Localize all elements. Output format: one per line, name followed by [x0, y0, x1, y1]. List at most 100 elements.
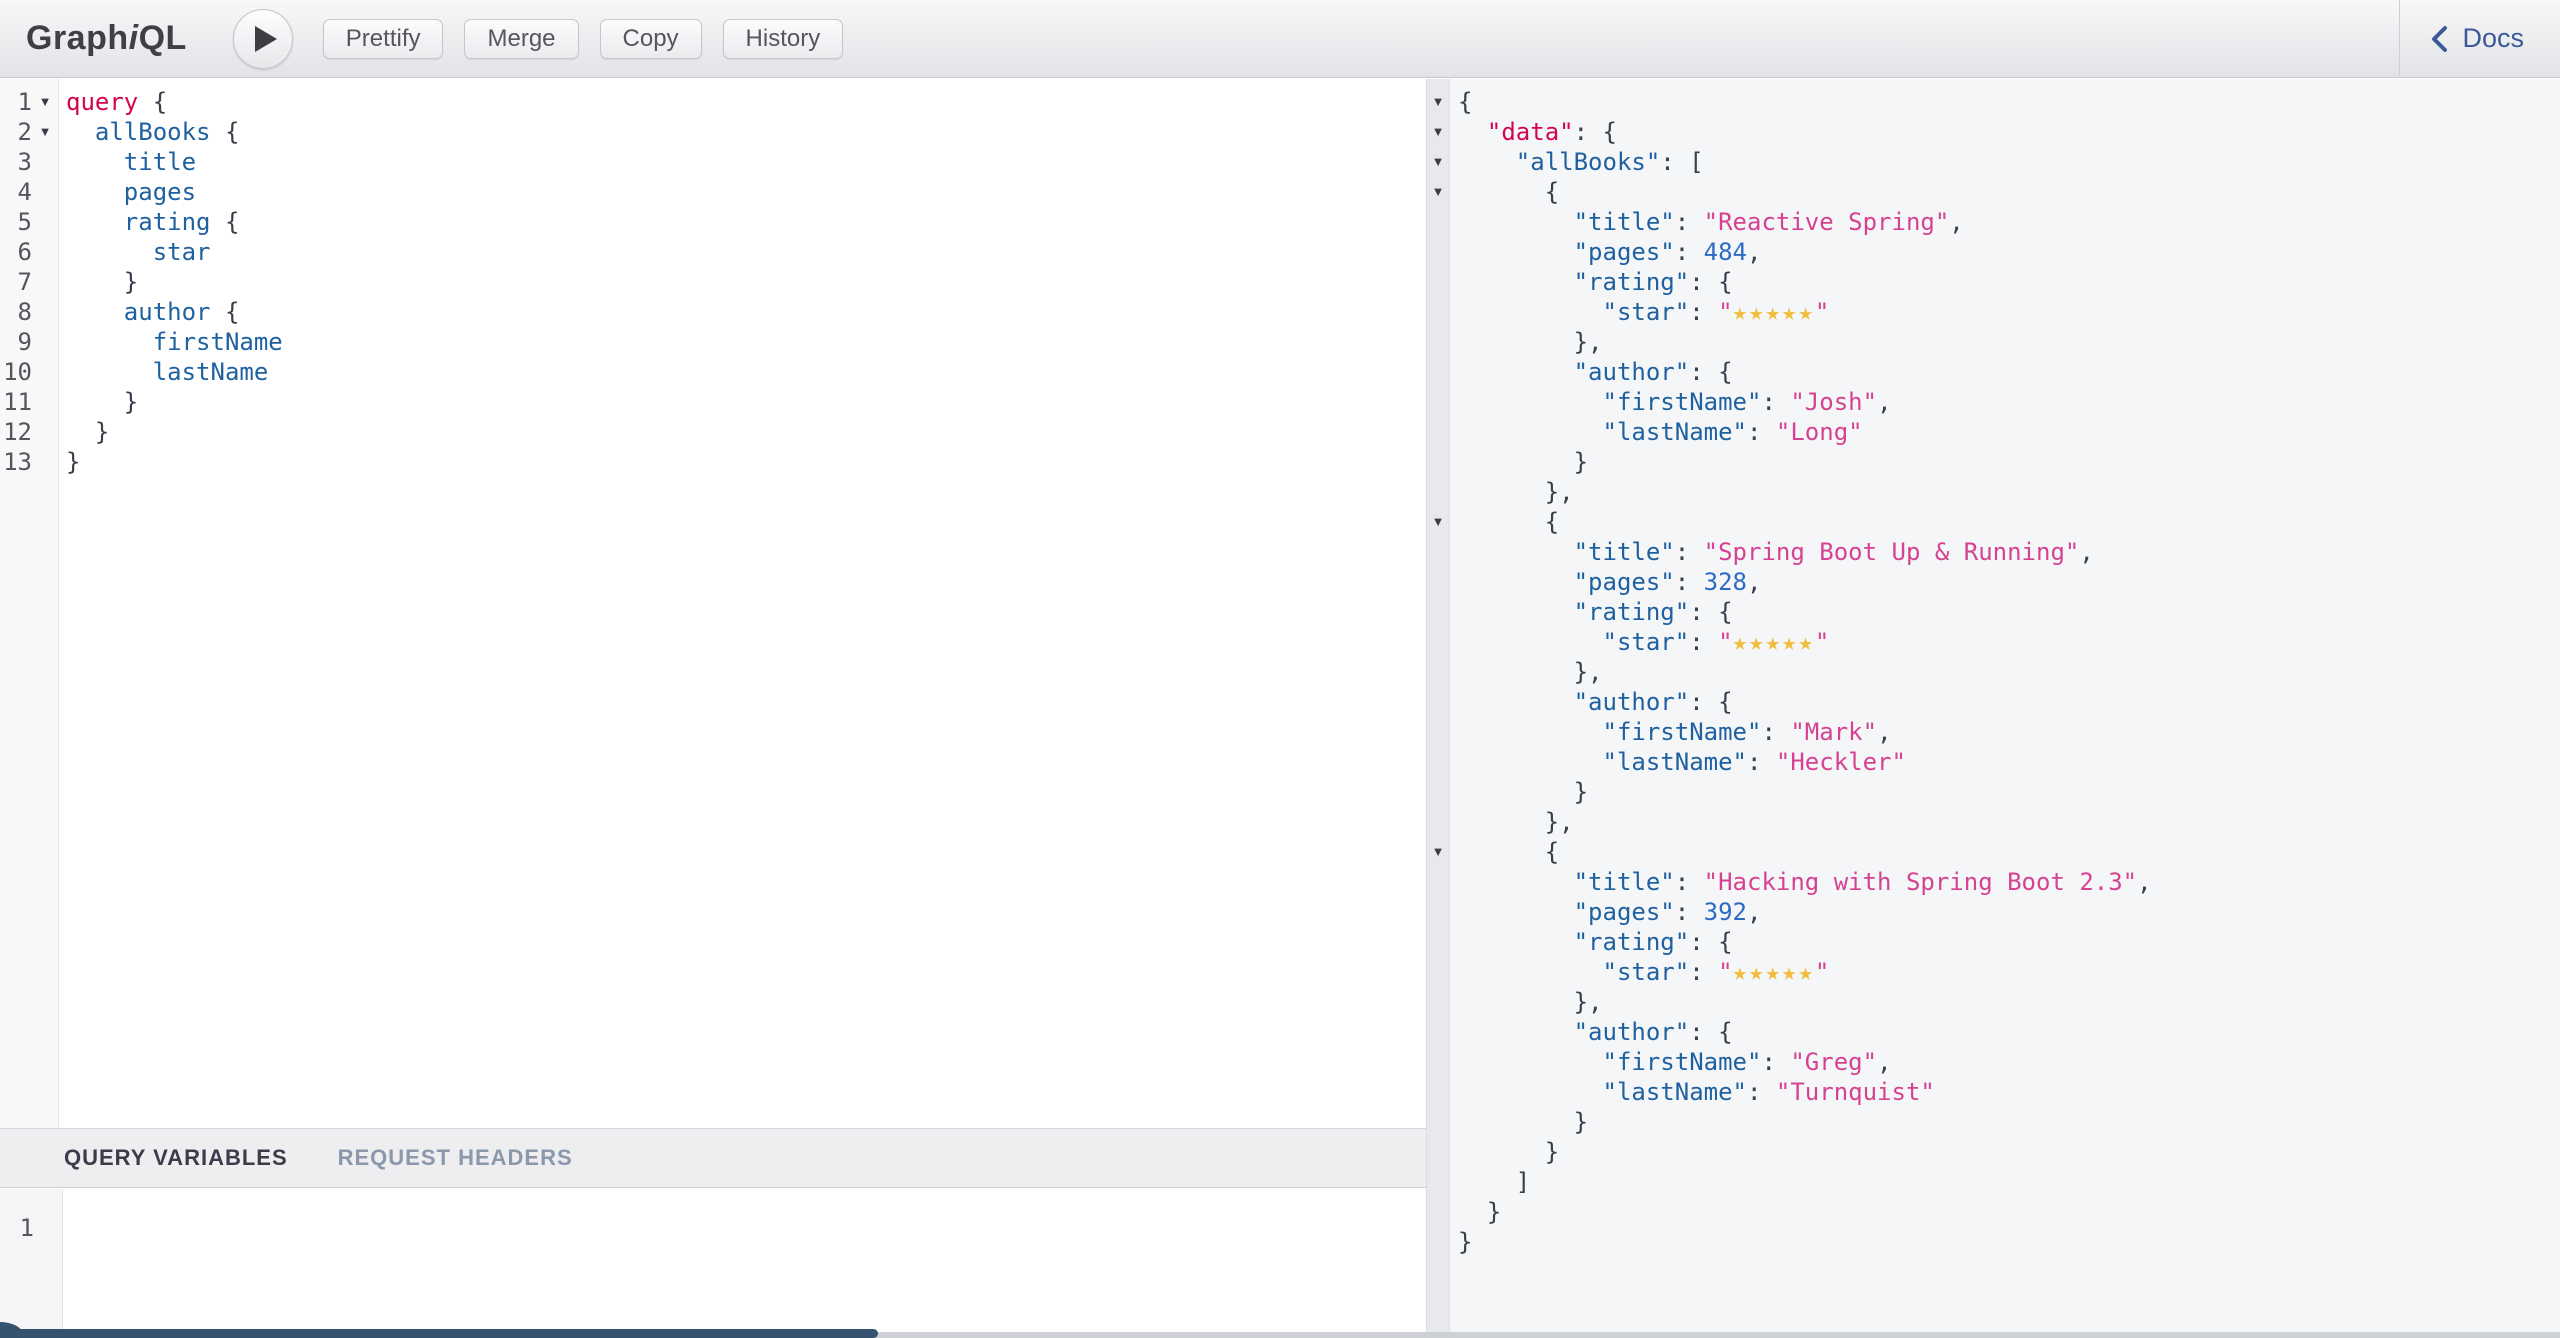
response-line: }	[1426, 777, 2560, 807]
horizontal-scrollbar-thumb[interactable]	[0, 1329, 878, 1338]
fold-arrow-icon[interactable]: ▼	[1426, 87, 1450, 117]
docs-label: Docs	[2462, 23, 2524, 54]
fold-gutter-spacer	[1426, 1167, 1450, 1197]
fold-gutter-spacer	[1426, 1227, 1450, 1257]
fold-gutter-spacer	[1426, 1047, 1450, 1077]
code-line: star	[58, 237, 211, 267]
token-punc: },	[1574, 328, 1603, 356]
fold-gutter-spacer	[1426, 657, 1450, 687]
fold-gutter-spacer	[1426, 1077, 1450, 1107]
code-line: }	[1450, 1137, 1559, 1167]
code-line: firstName	[58, 327, 283, 357]
fold-gutter-spacer	[1426, 567, 1450, 597]
response-line: "firstName": "Mark",	[1426, 717, 2560, 747]
fold-gutter-spacer	[1426, 717, 1450, 747]
code-line: "author": {	[1450, 687, 1733, 717]
token-key: "star"	[1603, 958, 1690, 986]
response-line: "star": "★★★★★"	[1426, 297, 2560, 327]
token-punc: ,	[1877, 1048, 1891, 1076]
query-editor-line: 8 author {	[0, 297, 1426, 327]
response-line: "title": "Hacking with Spring Boot 2.3",	[1426, 867, 2560, 897]
copy-button[interactable]: Copy	[600, 19, 702, 59]
response-line: },	[1426, 477, 2560, 507]
response-line: "author": {	[1426, 357, 2560, 387]
token-num: 392	[1704, 898, 1747, 926]
token-key: "author"	[1574, 1018, 1690, 1046]
response-line: },	[1426, 657, 2560, 687]
token-punc: },	[1545, 808, 1574, 836]
token-punc: {	[1458, 88, 1472, 116]
tab-query-variables[interactable]: QUERY VARIABLES	[64, 1145, 288, 1171]
code-line: "allBooks": [	[1450, 147, 1704, 177]
token-punc: :	[1689, 958, 1718, 986]
token-star: ★★★★★	[1733, 298, 1815, 326]
response-line: }	[1426, 1197, 2560, 1227]
line-number: 2	[0, 117, 32, 147]
query-editor-line: 3 title	[0, 147, 1426, 177]
execute-query-button[interactable]	[233, 9, 293, 69]
code-line: },	[1450, 477, 1574, 507]
token-punc: },	[1574, 658, 1603, 686]
fold-arrow-icon[interactable]: ▼	[1426, 117, 1450, 147]
code-line: "title": "Reactive Spring",	[1450, 207, 1964, 237]
line-number: 6	[0, 237, 32, 267]
response-line: }	[1426, 1227, 2560, 1257]
fold-arrow-icon[interactable]: ▼	[32, 117, 58, 147]
token-prop: allBooks	[95, 118, 211, 146]
history-button[interactable]: History	[723, 19, 844, 59]
fold-arrow-icon[interactable]: ▼	[32, 87, 58, 117]
fold-gutter-spacer	[1426, 417, 1450, 447]
response-line: "pages": 484,	[1426, 237, 2560, 267]
token-str: "Josh"	[1790, 388, 1877, 416]
fold-gutter-spacer	[1426, 1107, 1450, 1137]
fold-arrow-icon[interactable]: ▼	[1426, 177, 1450, 207]
graphiql-logo: GraphiQL	[26, 19, 187, 58]
docs-button[interactable]: Docs	[2399, 0, 2560, 78]
token-key: "lastName"	[1603, 748, 1748, 776]
token-punc: : {	[1689, 598, 1732, 626]
token-kw: query	[66, 88, 138, 116]
token-prop: title	[124, 148, 196, 176]
token-punc: {	[138, 88, 167, 116]
response-viewer[interactable]: ▼{▼ "data": {▼ "allBooks": [▼ { "title":…	[1426, 79, 2560, 1332]
token-str: "	[1718, 298, 1732, 326]
line-number: 5	[0, 207, 32, 237]
token-key: "lastName"	[1603, 1078, 1748, 1106]
logo-part-i: i	[129, 19, 139, 57]
fold-arrow-icon[interactable]: ▼	[1426, 837, 1450, 867]
toolbar-buttons: Prettify Merge Copy History	[323, 19, 843, 59]
response-line: "rating": {	[1426, 927, 2560, 957]
query-editor-line: 7 }	[0, 267, 1426, 297]
code-line: "star": "★★★★★"	[1450, 297, 1829, 327]
fold-gutter-spacer	[1426, 207, 1450, 237]
token-punc: :	[1675, 568, 1704, 596]
fold-gutter-spacer	[1426, 927, 1450, 957]
merge-button[interactable]: Merge	[464, 19, 578, 59]
fold-arrow-icon[interactable]: ▼	[1426, 147, 1450, 177]
fold-gutter-spacer	[1426, 297, 1450, 327]
token-punc: : [	[1660, 148, 1703, 176]
token-key: "pages"	[1574, 898, 1675, 926]
variables-tab-bar: QUERY VARIABLES REQUEST HEADERS	[0, 1128, 1426, 1188]
prettify-button[interactable]: Prettify	[323, 19, 444, 59]
token-punc: : {	[1689, 358, 1732, 386]
fold-gutter-spacer	[1426, 747, 1450, 777]
fold-gutter-spacer	[1426, 237, 1450, 267]
code-line: }	[1450, 1197, 1501, 1227]
code-line: "pages": 484,	[1450, 237, 1761, 267]
fold-arrow-icon[interactable]: ▼	[1426, 507, 1450, 537]
response-line: "title": "Reactive Spring",	[1426, 207, 2560, 237]
token-punc: },	[1545, 478, 1574, 506]
code-line: "data": {	[1450, 117, 1617, 147]
response-line: }	[1426, 1107, 2560, 1137]
token-key: "author"	[1574, 688, 1690, 716]
tab-request-headers[interactable]: REQUEST HEADERS	[338, 1145, 573, 1171]
token-punc: :	[1689, 298, 1718, 326]
token-punc: : {	[1689, 1018, 1732, 1046]
fold-gutter-spacer	[1426, 777, 1450, 807]
token-str: "	[1815, 958, 1829, 986]
query-editor[interactable]: 1▼query {2▼ allBooks {3 title4 pages5 ra…	[0, 79, 1426, 1128]
query-variables-editor[interactable]: 1	[0, 1189, 1426, 1332]
token-punc: : {	[1574, 118, 1617, 146]
token-str: "	[1718, 628, 1732, 656]
